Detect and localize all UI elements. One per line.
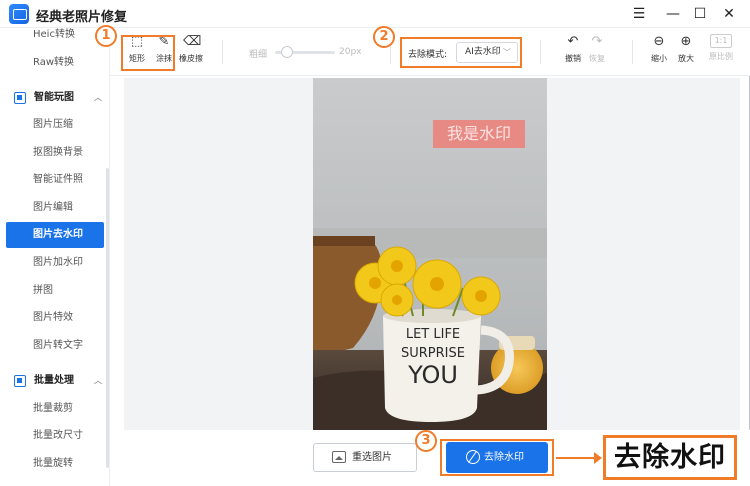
sidebar-item-label: 批量旋转 (33, 458, 73, 469)
sidebar-item-batch-crop[interactable]: 批量裁剪 (0, 396, 104, 422)
sidebar-item-label: 图片压缩 (33, 119, 73, 130)
sidebar-item-label: 图片编辑 (33, 202, 73, 213)
app-logo-icon (9, 4, 29, 24)
sidebar-item-cutout[interactable]: 抠图换背景 (0, 140, 104, 166)
sidebar-item-label: Heic转换 (33, 29, 75, 40)
divider (222, 40, 223, 64)
sidebar-item-collage[interactable]: 拼图 (0, 278, 104, 304)
batch-icon (14, 375, 26, 387)
sidebar-item-ocr[interactable]: 图片转文字 (0, 333, 104, 359)
sidebar-item-compress[interactable]: 图片压缩 (0, 112, 104, 138)
remove-watermark-label: 去除水印 (484, 452, 524, 463)
sidebar-item-batch-rotate[interactable]: 批量旋转 (0, 451, 104, 477)
zoom-out-label: 缩小 (651, 54, 667, 63)
menu-icon[interactable]: ☰ (630, 5, 648, 23)
chevron-up-icon: ︿ (94, 376, 102, 385)
sidebar-item-label: 图片特效 (33, 312, 73, 323)
brush-size-value: 20px (339, 47, 362, 57)
chevron-up-icon: ︿ (94, 93, 102, 102)
minimize-icon[interactable]: — (664, 5, 682, 23)
annotation-arrow-head (594, 452, 602, 464)
reselect-image-button[interactable]: 重选图片 (313, 443, 417, 472)
mug-text-line-1: LET LIFE (406, 327, 460, 342)
title-bar: 经典老照片修复 ☰ — ☐ ✕ (0, 0, 750, 28)
sidebar-item-add-watermark[interactable]: 图片加水印 (0, 250, 104, 276)
sidebar-item-label: 抠图换背景 (33, 147, 83, 158)
sidebar-item-remove-watermark[interactable]: 图片去水印 (6, 222, 104, 248)
redo-button[interactable]: ↷ 恢复 (583, 34, 611, 64)
sidebar-item-label: 图片去水印 (33, 229, 83, 240)
annotation-arrow (556, 457, 598, 459)
sidebar: Heic转换 Raw转换 智能玩图 ︿ 图片压缩 抠图换背景 智能证件照 图片编… (0, 28, 110, 486)
divider (632, 40, 633, 64)
remove-icon (466, 450, 480, 464)
redo-label: 恢复 (589, 54, 605, 63)
original-size-button[interactable]: 1:1 原比例 (707, 34, 735, 62)
divider (540, 40, 541, 64)
sidebar-section-smart[interactable]: 智能玩图 ︿ (0, 85, 104, 111)
zoom-out-button[interactable]: ⊖ 缩小 (645, 34, 673, 64)
annotation-box-tools (121, 35, 175, 71)
zoom-in-label: 放大 (678, 54, 694, 63)
image-icon (332, 451, 346, 463)
sidebar-item-batch-resize[interactable]: 批量改尺寸 (0, 423, 104, 449)
sidebar-item-label: Raw转换 (33, 57, 75, 68)
eraser-tool-label: 橡皮擦 (179, 54, 203, 63)
sidebar-item-id-photo[interactable]: 智能证件照 (0, 167, 104, 193)
remove-watermark-button[interactable]: 去除水印 (446, 442, 548, 473)
close-icon[interactable]: ✕ (720, 5, 738, 23)
sidebar-scrollbar[interactable] (106, 168, 109, 468)
zoom-in-button[interactable]: ⊕ 放大 (672, 34, 700, 64)
watermark-overlay[interactable]: 我是水印 (433, 120, 525, 148)
sidebar-item-label: 智能证件照 (33, 174, 83, 185)
sidebar-section-label: 批量处理 (34, 375, 74, 386)
eraser-tool-button[interactable]: ⌫ 橡皮擦 (177, 34, 205, 64)
sidebar-item-raw[interactable]: Raw转换 (0, 50, 104, 76)
sidebar-section-label: 智能玩图 (34, 92, 74, 103)
undo-label: 撤销 (565, 54, 581, 63)
sidebar-item-label: 拼图 (33, 285, 53, 296)
sidebar-item-effects[interactable]: 图片特效 (0, 305, 104, 331)
reselect-image-label: 重选图片 (352, 452, 392, 463)
maximize-icon[interactable]: ☐ (691, 5, 709, 23)
mug-text-line-3: YOU (407, 361, 458, 389)
annotation-badge-1: 1 (95, 25, 117, 47)
brush-size-label: 粗细 (249, 50, 268, 60)
sidebar-item-label: 批量裁剪 (33, 403, 73, 414)
mug-text-line-2: SURPRISE (401, 346, 465, 361)
sidebar-item-label: 图片转文字 (33, 340, 83, 351)
zoom-in-icon: ⊕ (680, 34, 692, 49)
picture-icon (14, 92, 26, 104)
sidebar-section-batch[interactable]: 批量处理 ︿ (0, 368, 104, 394)
ratio-icon: 1:1 (710, 34, 732, 48)
redo-icon: ↷ (591, 34, 603, 49)
eraser-icon: ⌫ (183, 34, 202, 49)
annotation-box-mode (400, 37, 522, 68)
brush-size-knob[interactable] (281, 46, 293, 58)
zoom-out-icon: ⊖ (653, 34, 665, 49)
undo-icon: ↶ (567, 34, 579, 49)
annotation-callout: 去除水印 (603, 435, 737, 480)
sidebar-item-label: 批量改尺寸 (33, 430, 83, 441)
annotation-badge-2: 2 (373, 26, 395, 48)
original-size-label: 原比例 (709, 52, 733, 61)
sidebar-item-label: 图片加水印 (33, 257, 83, 268)
annotation-badge-3: 3 (415, 430, 437, 452)
sidebar-item-heic[interactable]: Heic转换 (0, 22, 104, 48)
sidebar-item-edit[interactable]: 图片编辑 (0, 195, 104, 221)
